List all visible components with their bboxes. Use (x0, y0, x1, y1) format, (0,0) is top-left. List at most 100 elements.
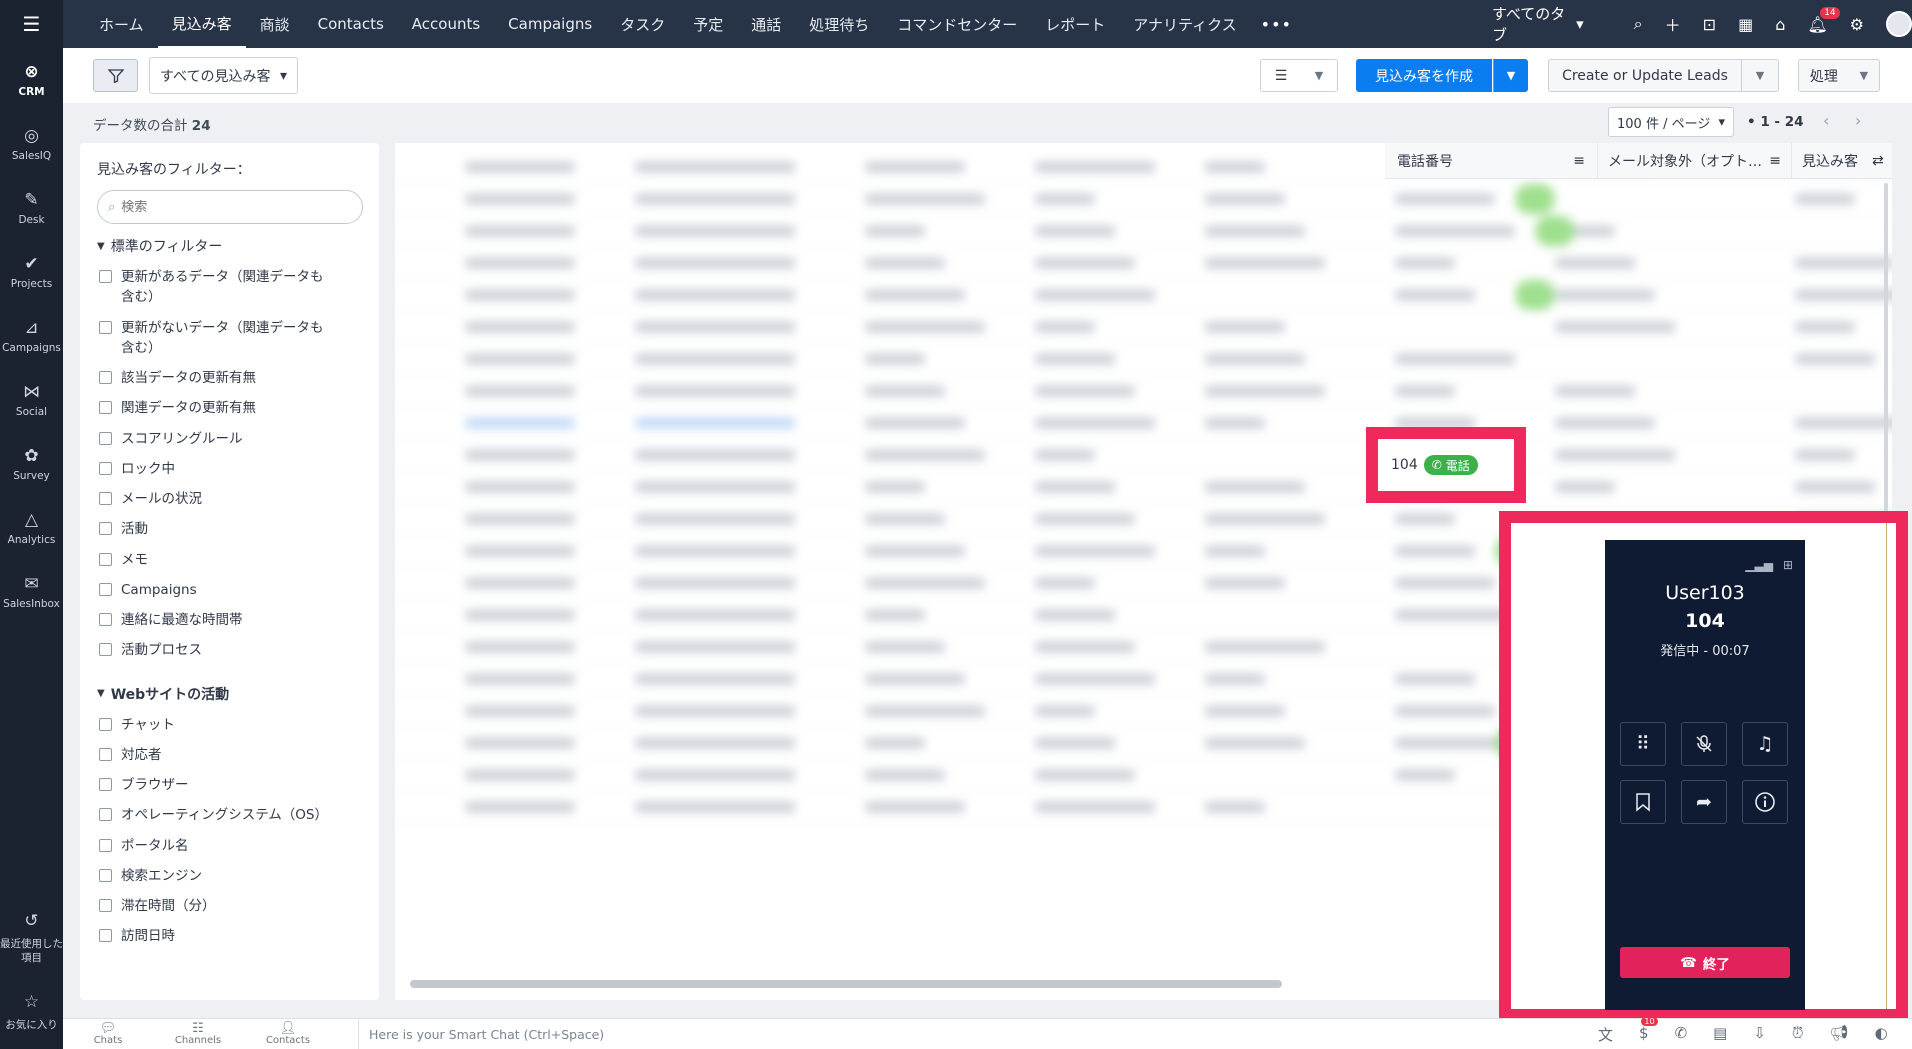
alarm-icon[interactable]: ⏰︎ (1792, 1024, 1804, 1045)
rail-bottom-item-0[interactable]: ↺ 最近使用した項目 (0, 901, 63, 975)
call-button[interactable]: ✆ 電話 (1423, 455, 1478, 475)
end-call-button[interactable]: ☎ 終了 (1620, 947, 1790, 978)
filter-checkbox[interactable] (99, 899, 112, 912)
column-header-email-opt-out[interactable]: メール対象外（オプト… ≡ (1597, 143, 1791, 179)
web-filter-item[interactable]: 検索エンジン (80, 861, 379, 891)
tab-9[interactable]: 処理待ち (795, 0, 883, 48)
rail-bottom-item-1[interactable]: ☆ お気に入り (0, 975, 63, 1049)
standard-filter-item[interactable]: 連絡に最適な時間帯 (80, 605, 379, 635)
rail-item-social[interactable]: ⋈ Social (0, 368, 63, 432)
layout-switch-button[interactable]: ☰ ▼ (1260, 59, 1338, 92)
filter-checkbox[interactable] (99, 643, 112, 657)
web-filter-item[interactable]: 滞在時間（分） (80, 891, 379, 921)
filter-checkbox[interactable] (99, 320, 112, 334)
filter-checkbox[interactable] (99, 431, 112, 445)
filter-checkbox[interactable] (99, 929, 112, 943)
filter-checkbox[interactable] (99, 868, 112, 882)
bookmark-button[interactable] (1620, 780, 1666, 824)
rail-item-projects[interactable]: ✔ Projects (0, 240, 63, 304)
search-icon[interactable]: ⌕ (1634, 14, 1643, 34)
create-or-update-leads-button[interactable]: Create or Update Leads (1548, 59, 1742, 92)
phone-icon[interactable]: ✆ (1675, 1024, 1688, 1045)
calendar-icon[interactable]: ▦ (1738, 15, 1753, 34)
web-filter-item[interactable]: ブラウザー (80, 770, 379, 800)
standard-filter-item[interactable]: 活動 (80, 514, 379, 544)
filter-search-input[interactable] (121, 199, 322, 215)
info-button[interactable] (1742, 780, 1788, 824)
previous-page-icon[interactable]: ‹ (1823, 111, 1829, 130)
rail-item-campaigns[interactable]: ⊿ Campaigns (0, 304, 63, 368)
hold-music-button[interactable]: ♫ (1742, 722, 1788, 766)
marketplace-icon[interactable]: ⌂ (1775, 15, 1785, 34)
standard-filters-toggle[interactable]: ▼ 標準のフィルター (80, 224, 379, 262)
tab-12[interactable]: アナリティクス (1119, 0, 1250, 48)
web-activity-toggle[interactable]: ▼ Webサイトの活動 (80, 666, 379, 710)
create-lead-menu-button[interactable]: ▼ (1493, 59, 1528, 92)
web-filter-item[interactable]: チャット (80, 710, 379, 740)
activity-icon[interactable]: ⊡ (1703, 15, 1716, 34)
standard-filter-item[interactable]: 更新がないデータ（関連データも含む） (80, 313, 379, 364)
filter-checkbox[interactable] (99, 778, 112, 791)
tab-6[interactable]: タスク (606, 0, 679, 48)
filter-checkbox[interactable] (99, 270, 112, 283)
web-filter-item[interactable]: ポータル名 (80, 831, 379, 861)
all-tabs-dropdown[interactable]: すべてのタブ ▾ (1492, 3, 1584, 45)
web-filter-item[interactable]: オペレーティングシステム（OS） (80, 800, 379, 830)
tab-11[interactable]: レポート (1031, 0, 1119, 48)
help-icon[interactable]: ◐ (1875, 1024, 1888, 1045)
horizontal-scrollbar[interactable] (410, 980, 1282, 988)
rail-item-salesinbox[interactable]: ✉ SalesInbox (0, 560, 63, 624)
tab-1[interactable]: 見込み客 (157, 0, 246, 48)
filter-checkbox[interactable] (99, 371, 112, 384)
filter-checkbox[interactable] (99, 401, 112, 415)
standard-filter-item[interactable]: 更新があるデータ（関連データも含む） (80, 262, 379, 313)
filter-toggle-button[interactable] (93, 59, 138, 92)
menu-toggle-icon[interactable]: ☰ (0, 0, 63, 48)
filter-checkbox[interactable] (99, 808, 112, 822)
web-filter-item[interactable]: 訪問日時 (80, 921, 379, 951)
filter-checkbox[interactable] (99, 461, 112, 475)
standard-filter-item[interactable]: メモ (80, 545, 379, 575)
view-select[interactable]: すべての見込み客 ▾ (149, 57, 298, 94)
tab-3[interactable]: Contacts (304, 0, 398, 48)
more-tabs-button[interactable]: ••• (1251, 15, 1302, 34)
column-menu-icon[interactable]: ≡ (1769, 153, 1781, 169)
filter-checkbox[interactable] (99, 747, 112, 761)
dialpad-button[interactable]: ⠿ (1620, 722, 1666, 766)
tab-10[interactable]: コマンドセンター (883, 0, 1031, 48)
tab-8[interactable]: 通話 (737, 0, 795, 48)
tab-5[interactable]: Campaigns (494, 0, 606, 48)
avatar[interactable] (1886, 11, 1912, 37)
filter-checkbox[interactable] (99, 522, 112, 536)
contacts-button[interactable]: 👤︎ Contacts (243, 1022, 333, 1046)
tab-0[interactable]: ホーム (85, 0, 158, 48)
chats-button[interactable]: 💬︎ Chats (63, 1022, 153, 1046)
rail-item-crm[interactable]: ⊗ CRM (0, 48, 63, 112)
notes-icon[interactable]: ▤ (1713, 1024, 1727, 1045)
actions-button[interactable]: 処理 ▼ (1798, 59, 1880, 92)
tab-2[interactable]: 商談 (246, 0, 304, 48)
plus-icon[interactable]: ＋ (1665, 12, 1681, 36)
announce-icon[interactable]: 📢︎ (1830, 1024, 1849, 1045)
translate-icon[interactable]: 文 (1598, 1024, 1613, 1045)
standard-filter-item[interactable]: メールの状況 (80, 484, 379, 514)
standard-filter-item[interactable]: ロック中 (80, 454, 379, 484)
expand-icon[interactable]: ⊞ (1783, 558, 1793, 572)
filter-checkbox[interactable] (99, 552, 112, 566)
bell-icon[interactable]: 🔔︎ 14 (1807, 6, 1840, 34)
gear-icon[interactable]: ⚙ (1850, 15, 1864, 34)
filter-checkbox[interactable] (99, 613, 112, 626)
standard-filter-item[interactable]: Campaigns (80, 575, 379, 605)
filter-checkbox[interactable] (99, 492, 112, 505)
download-icon[interactable]: ⇩ (1753, 1024, 1766, 1045)
transfer-button[interactable]: ➦ (1681, 780, 1727, 824)
filter-checkbox[interactable] (99, 838, 112, 852)
column-header-lead[interactable]: 見込み客 ⇄ (1791, 143, 1892, 179)
column-menu-icon[interactable]: ≡ (1573, 153, 1585, 169)
tab-7[interactable]: 予定 (679, 0, 737, 48)
standard-filter-item[interactable]: 活動プロセス (80, 635, 379, 665)
standard-filter-item[interactable]: 関連データの更新有無 (80, 393, 379, 423)
rail-item-survey[interactable]: ✿ Survey (0, 432, 63, 496)
tab-4[interactable]: Accounts (398, 0, 494, 48)
next-page-icon[interactable]: › (1855, 111, 1861, 130)
